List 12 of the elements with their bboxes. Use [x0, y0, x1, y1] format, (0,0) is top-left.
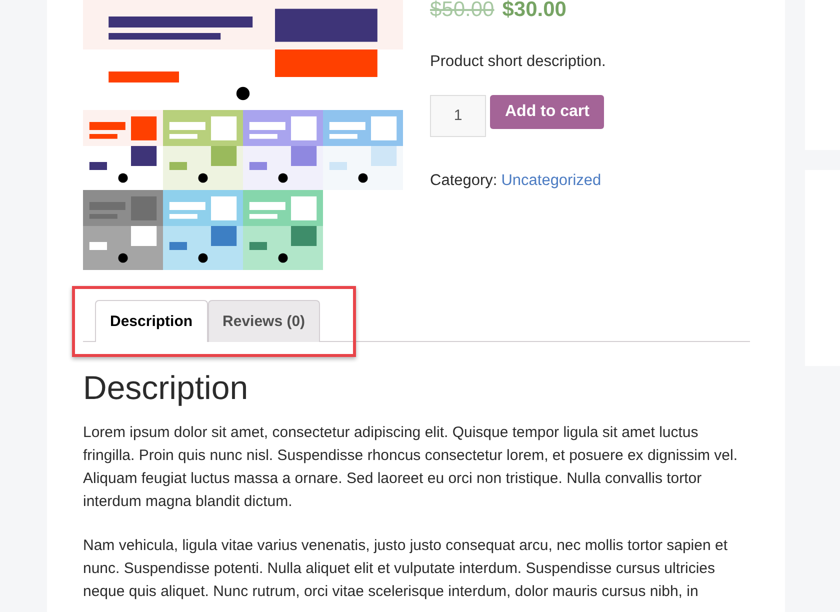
- tab[interactable]: Description: [95, 300, 208, 342]
- description-paragraph: Lorem ipsum dolor sit amet, consectetur adipiscing elit. Quisque tempor ligula sit amet luctus fringilla. Proin quis nunc nisl. Suspendisse rhoncus consectetur lorem, et posuere ex dignissim vel. Aliquam feugiat luctus massa a ornare. Sed laoreet eu orci non tristique. Nulla convallis tortor interdum magna blandit dictum.: [83, 423, 738, 512]
- tab[interactable]: Reviews (0): [208, 300, 320, 342]
- quantity-field[interactable]: 1: [430, 94, 486, 137]
- regular-price: $50.00: [430, 0, 494, 23]
- description-paragraph: Nam vehicula, ligula vitae varius venenatis, justo justo consequat arcu, nec mollis tortor sapien et nunc. Suspendisse potenti. Nulla aliquet elit et vulputate interdum. Suspendisse cursus ultricies neque quis aliquet. Nunc rutrum, orci vitae scelerisque interdum, dolor mauris cursus nibh, in: [83, 536, 728, 602]
- category-label: Category:: [430, 170, 498, 191]
- short-description: Product short description.: [430, 52, 606, 72]
- sale-price: $30.00: [502, 0, 566, 23]
- add-to-cart-button[interactable]: Add to cart: [490, 94, 604, 129]
- category-link[interactable]: Uncategorized: [501, 168, 602, 192]
- description-heading: Description: [83, 368, 250, 408]
